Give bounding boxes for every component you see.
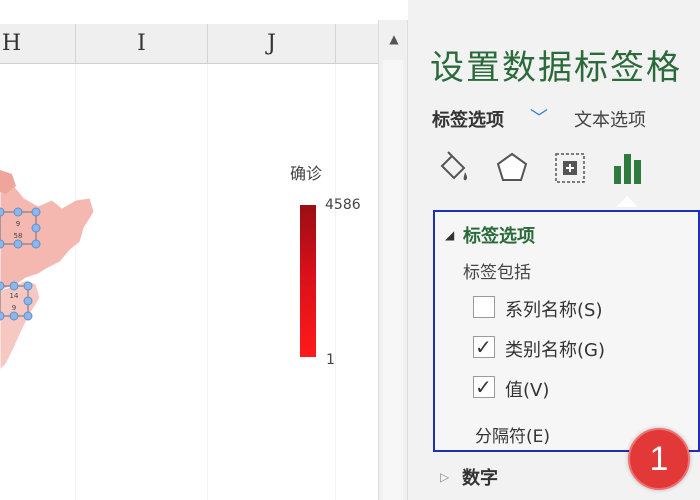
column-header-row: H I J [0,24,378,64]
effects-pentagon-icon[interactable] [494,148,530,188]
section-title-label-options[interactable]: 标签选项 [463,222,535,248]
vertical-scrollbar[interactable]: ▲ [378,20,408,500]
selection-handle[interactable] [31,239,41,249]
value-checkbox[interactable]: ✓ [473,375,495,399]
column-header-h[interactable]: H [0,24,76,64]
format-data-labels-pane: 设置数据标签格 标签选项 ﹀ 文本选项 ◢ 标签选项 标签包括 系列名称(S) … [408,0,700,500]
selection-handle[interactable] [0,311,5,321]
selection-handle[interactable] [0,239,5,249]
legend-color-scale[interactable] [300,205,316,357]
value-label[interactable]: 值(V) [505,376,549,402]
active-icon-pointer [616,196,638,207]
size-properties-icon[interactable] [552,148,588,188]
scrollbar-thumb[interactable] [383,60,403,500]
checkmark-icon: ✓ [475,375,492,399]
selection-handle[interactable] [13,239,23,249]
scroll-up-arrow-icon[interactable]: ▲ [385,30,403,48]
series-name-label[interactable]: 系列名称(S) [505,296,602,322]
map-region-lower[interactable] [0,279,41,371]
tab-label-options[interactable]: 标签选项 [432,106,504,132]
label-options-bar-chart-icon[interactable] [610,148,646,188]
chevron-down-icon[interactable]: ﹀ [530,104,548,130]
selection-handle[interactable] [9,281,19,291]
label-options-section: ◢ 标签选项 标签包括 系列名称(S) ✓ 类别名称(G) ✓ 值(V) 分隔符… [433,210,700,452]
gridline [207,64,208,500]
step-number-badge: 1 [628,428,690,490]
pane-title: 设置数据标签格 [430,48,682,88]
checkmark-icon: ✓ [475,335,492,359]
data-label-text: 9 [16,220,20,228]
data-label-text: 14 [10,292,19,300]
gridline [335,64,336,500]
selection-handle[interactable] [9,311,19,321]
section-title-number[interactable]: 数字 [462,464,498,490]
selection-handle[interactable] [23,296,33,306]
selection-handle[interactable] [23,281,33,291]
china-map-chart[interactable]: 9 58 14 9 [0,150,110,400]
separator-label[interactable]: 分隔符(E) [475,422,550,447]
selection-handle[interactable] [13,207,23,217]
selection-handle[interactable] [31,223,41,233]
data-label-text: 58 [14,232,23,240]
fill-line-icon[interactable] [436,148,472,188]
legend-min-label: 1 [326,352,335,368]
column-header-i[interactable]: I [76,24,208,64]
selection-handle[interactable] [23,311,33,321]
column-header-j[interactable]: J [208,24,336,64]
legend-max-label: 4586 [325,197,361,213]
collapse-triangle-icon[interactable]: ◢ [445,228,454,242]
data-label-text: 9 [12,304,16,312]
label-contains-heading: 标签包括 [463,263,531,283]
selection-handle[interactable] [31,207,41,217]
series-name-checkbox[interactable] [473,296,495,318]
selection-handle[interactable] [0,207,5,217]
worksheet-area[interactable]: H I J 9 58 14 9 确诊 4586 1 [0,0,378,500]
tab-text-options[interactable]: 文本选项 [574,106,646,132]
selection-handle[interactable] [0,281,5,291]
legend-title: 确诊 [290,164,323,183]
sheet-top-strip [0,0,378,24]
expand-triangle-icon[interactable]: ▷ [440,470,449,484]
category-name-label[interactable]: 类别名称(G) [505,336,605,362]
category-name-checkbox[interactable]: ✓ [473,335,495,359]
